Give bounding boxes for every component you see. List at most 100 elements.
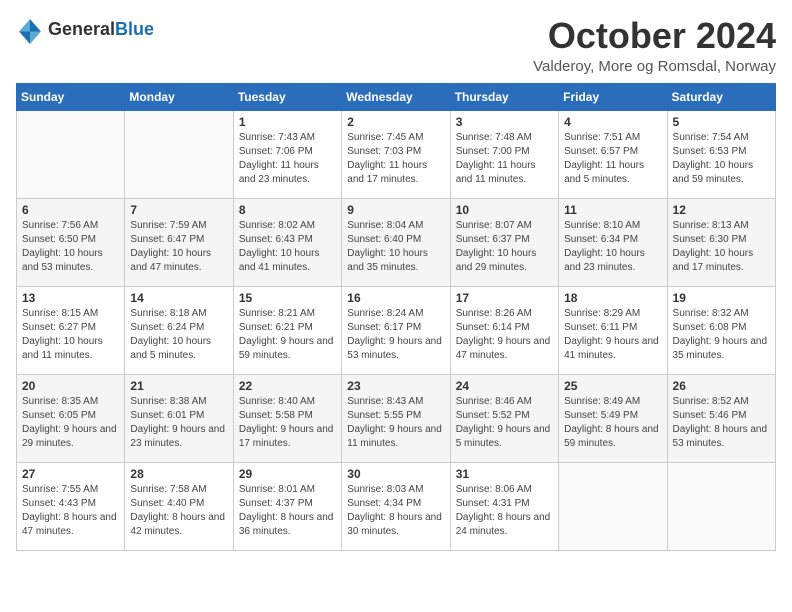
header-friday: Friday: [559, 83, 667, 110]
day-number: 21: [130, 379, 227, 393]
cell-week5-day4: 31 Sunrise: 8:06 AM Sunset: 4:31 PM Dayli…: [450, 462, 558, 550]
cell-week1-day3: 2 Sunrise: 7:45 AM Sunset: 7:03 PM Daylig…: [342, 110, 450, 198]
cell-week5-day1: 28Sunrise: 7:58 AM Sunset: 4:40 PM Dayli…: [125, 462, 233, 550]
day-number: 19: [673, 291, 770, 305]
day-number: 13: [22, 291, 119, 305]
cell-week1-day0: [17, 110, 125, 198]
day-info: Sunrise: 8:24 AM Sunset: 6:17 PM Dayligh…: [347, 307, 444, 363]
day-info: Sunrise: 8:03 AM Sunset: 4:34 PM Dayligh…: [347, 483, 444, 539]
day-info: Sunrise: 8:26 AM Sunset: 6:14 PM Dayligh…: [456, 307, 553, 363]
day-number: 10: [456, 203, 553, 217]
cell-week2-day2: 8 Sunrise: 8:02 AM Sunset: 6:43 PM Daylig…: [233, 198, 341, 286]
cell-week1-day1: [125, 110, 233, 198]
cell-week1-day4: 3 Sunrise: 7:48 AM Sunset: 7:00 PM Daylig…: [450, 110, 558, 198]
day-number: 2: [347, 115, 444, 129]
cell-week2-day3: 9 Sunrise: 8:04 AM Sunset: 6:40 PM Daylig…: [342, 198, 450, 286]
day-number: 9: [347, 203, 444, 217]
day-number: 24: [456, 379, 553, 393]
day-info: Sunrise: 8:01 AM Sunset: 4:37 PM Dayligh…: [239, 483, 336, 539]
week-row-3: 13 Sunrise: 8:15 AM Sunset: 6:27 PM Dayli…: [17, 286, 776, 374]
week-row-5: 27Sunrise: 7:55 AM Sunset: 4:43 PM Dayli…: [17, 462, 776, 550]
day-number: 12: [673, 203, 770, 217]
day-info: Sunrise: 8:18 AM Sunset: 6:24 PM Dayligh…: [130, 307, 227, 363]
day-info: Sunrise: 8:10 AM Sunset: 6:34 PM Dayligh…: [564, 219, 661, 275]
week-row-2: 6Sunrise: 7:56 AM Sunset: 6:50 PM Daylig…: [17, 198, 776, 286]
day-info: Sunrise: 8:15 AM Sunset: 6:27 PM Dayligh…: [22, 307, 119, 363]
cell-week3-day4: 17 Sunrise: 8:26 AM Sunset: 6:14 PM Dayli…: [450, 286, 558, 374]
days-header-row: Sunday Monday Tuesday Wednesday Thursday…: [17, 83, 776, 110]
day-info: Sunrise: 8:43 AM Sunset: 5:55 PM Dayligh…: [347, 395, 444, 451]
cell-week2-day5: 11Sunrise: 8:10 AM Sunset: 6:34 PM Dayli…: [559, 198, 667, 286]
logo-text: GeneralBlue: [48, 20, 154, 40]
logo-blue: Blue: [115, 19, 154, 39]
calendar-subtitle: Valderoy, More og Romsdal, Norway: [533, 58, 776, 75]
day-info: Sunrise: 7:55 AM Sunset: 4:43 PM Dayligh…: [22, 483, 119, 539]
day-info: Sunrise: 8:29 AM Sunset: 6:11 PM Dayligh…: [564, 307, 661, 363]
logo-general: General: [48, 19, 115, 39]
day-number: 17: [456, 291, 553, 305]
cell-week2-day0: 6Sunrise: 7:56 AM Sunset: 6:50 PM Daylig…: [17, 198, 125, 286]
day-number: 28: [130, 467, 227, 481]
day-info: Sunrise: 8:02 AM Sunset: 6:43 PM Dayligh…: [239, 219, 336, 275]
day-info: Sunrise: 8:40 AM Sunset: 5:58 PM Dayligh…: [239, 395, 336, 451]
day-info: Sunrise: 7:48 AM Sunset: 7:00 PM Dayligh…: [456, 131, 553, 187]
cell-week2-day1: 7 Sunrise: 7:59 AM Sunset: 6:47 PM Daylig…: [125, 198, 233, 286]
cell-week3-day6: 19 Sunrise: 8:32 AM Sunset: 6:08 PM Dayli…: [667, 286, 775, 374]
day-number: 16: [347, 291, 444, 305]
day-info: Sunrise: 8:46 AM Sunset: 5:52 PM Dayligh…: [456, 395, 553, 451]
day-info: Sunrise: 7:59 AM Sunset: 6:47 PM Dayligh…: [130, 219, 227, 275]
cell-week4-day5: 25 Sunrise: 8:49 AM Sunset: 5:49 PM Dayli…: [559, 374, 667, 462]
cell-week4-day1: 21 Sunrise: 8:38 AM Sunset: 6:01 PM Dayli…: [125, 374, 233, 462]
day-info: Sunrise: 8:04 AM Sunset: 6:40 PM Dayligh…: [347, 219, 444, 275]
cell-week2-day6: 12 Sunrise: 8:13 AM Sunset: 6:30 PM Dayli…: [667, 198, 775, 286]
day-number: 14: [130, 291, 227, 305]
cell-week3-day0: 13 Sunrise: 8:15 AM Sunset: 6:27 PM Dayli…: [17, 286, 125, 374]
day-info: Sunrise: 8:13 AM Sunset: 6:30 PM Dayligh…: [673, 219, 770, 275]
day-info: Sunrise: 8:52 AM Sunset: 5:46 PM Dayligh…: [673, 395, 770, 451]
week-row-1: 1Sunrise: 7:43 AM Sunset: 7:06 PM Daylig…: [17, 110, 776, 198]
day-number: 5: [673, 115, 770, 129]
day-info: Sunrise: 8:06 AM Sunset: 4:31 PM Dayligh…: [456, 483, 553, 539]
day-info: Sunrise: 8:07 AM Sunset: 6:37 PM Dayligh…: [456, 219, 553, 275]
header-monday: Monday: [125, 83, 233, 110]
day-info: Sunrise: 8:32 AM Sunset: 6:08 PM Dayligh…: [673, 307, 770, 363]
day-number: 25: [564, 379, 661, 393]
day-number: 31: [456, 467, 553, 481]
day-number: 26: [673, 379, 770, 393]
day-info: Sunrise: 8:21 AM Sunset: 6:21 PM Dayligh…: [239, 307, 336, 363]
day-info: Sunrise: 8:38 AM Sunset: 6:01 PM Dayligh…: [130, 395, 227, 451]
cell-week5-day3: 30Sunrise: 8:03 AM Sunset: 4:34 PM Dayli…: [342, 462, 450, 550]
day-number: 15: [239, 291, 336, 305]
cell-week1-day2: 1Sunrise: 7:43 AM Sunset: 7:06 PM Daylig…: [233, 110, 341, 198]
calendar-title: October 2024: [533, 16, 776, 56]
day-info: Sunrise: 7:51 AM Sunset: 6:57 PM Dayligh…: [564, 131, 661, 187]
header-sunday: Sunday: [17, 83, 125, 110]
cell-week1-day5: 4 Sunrise: 7:51 AM Sunset: 6:57 PM Daylig…: [559, 110, 667, 198]
day-number: 4: [564, 115, 661, 129]
day-info: Sunrise: 7:45 AM Sunset: 7:03 PM Dayligh…: [347, 131, 444, 187]
cell-week5-day5: [559, 462, 667, 550]
header-tuesday: Tuesday: [233, 83, 341, 110]
cell-week4-day0: 20 Sunrise: 8:35 AM Sunset: 6:05 PM Dayli…: [17, 374, 125, 462]
day-number: 8: [239, 203, 336, 217]
day-number: 1: [239, 115, 336, 129]
day-number: 3: [456, 115, 553, 129]
day-number: 22: [239, 379, 336, 393]
cell-week4-day2: 22 Sunrise: 8:40 AM Sunset: 5:58 PM Dayli…: [233, 374, 341, 462]
cell-week4-day6: 26 Sunrise: 8:52 AM Sunset: 5:46 PM Dayli…: [667, 374, 775, 462]
calendar-table: Sunday Monday Tuesday Wednesday Thursday…: [16, 83, 776, 551]
cell-week3-day5: 18 Sunrise: 8:29 AM Sunset: 6:11 PM Dayli…: [559, 286, 667, 374]
cell-week3-day2: 15 Sunrise: 8:21 AM Sunset: 6:21 PM Dayli…: [233, 286, 341, 374]
cell-week3-day1: 14 Sunrise: 8:18 AM Sunset: 6:24 PM Dayli…: [125, 286, 233, 374]
day-number: 7: [130, 203, 227, 217]
day-number: 29: [239, 467, 336, 481]
cell-week5-day6: [667, 462, 775, 550]
day-info: Sunrise: 7:54 AM Sunset: 6:53 PM Dayligh…: [673, 131, 770, 187]
day-info: Sunrise: 8:35 AM Sunset: 6:05 PM Dayligh…: [22, 395, 119, 451]
day-info: Sunrise: 8:49 AM Sunset: 5:49 PM Dayligh…: [564, 395, 661, 451]
header-saturday: Saturday: [667, 83, 775, 110]
logo-icon: [16, 16, 44, 44]
day-number: 18: [564, 291, 661, 305]
logo: GeneralBlue: [16, 16, 154, 44]
day-number: 20: [22, 379, 119, 393]
